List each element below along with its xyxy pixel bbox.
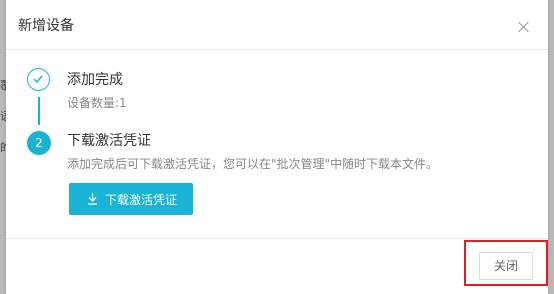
check-icon — [33, 75, 43, 83]
download-button-label: 下载激活凭证 — [105, 193, 178, 207]
step-title: 添加完成 — [67, 72, 123, 88]
close-icon[interactable] — [518, 21, 530, 33]
dialog-header: 新增设备 — [6, 0, 548, 50]
close-button[interactable]: 关闭 — [479, 252, 533, 280]
step-title: 下载激活凭证 — [67, 133, 151, 149]
dialog-title: 新增设备 — [18, 18, 74, 34]
step-number-badge: 2 — [27, 131, 51, 155]
add-device-dialog: 新增设备 2 添加完成 设备数量:1 下载激活凭证 添加完成后可下载激活凭证，您… — [6, 0, 548, 294]
footer-divider — [6, 238, 548, 239]
download-icon — [88, 193, 97, 205]
step-description: 添加完成后可下载激活凭证，您可以在"批次管理"中随时下载本文件。 — [67, 157, 439, 171]
step-done-indicator — [27, 68, 50, 91]
step-description: 设备数量:1 — [67, 96, 127, 110]
step-connector — [38, 97, 40, 125]
download-credential-button[interactable]: 下载激活凭证 — [69, 183, 193, 215]
